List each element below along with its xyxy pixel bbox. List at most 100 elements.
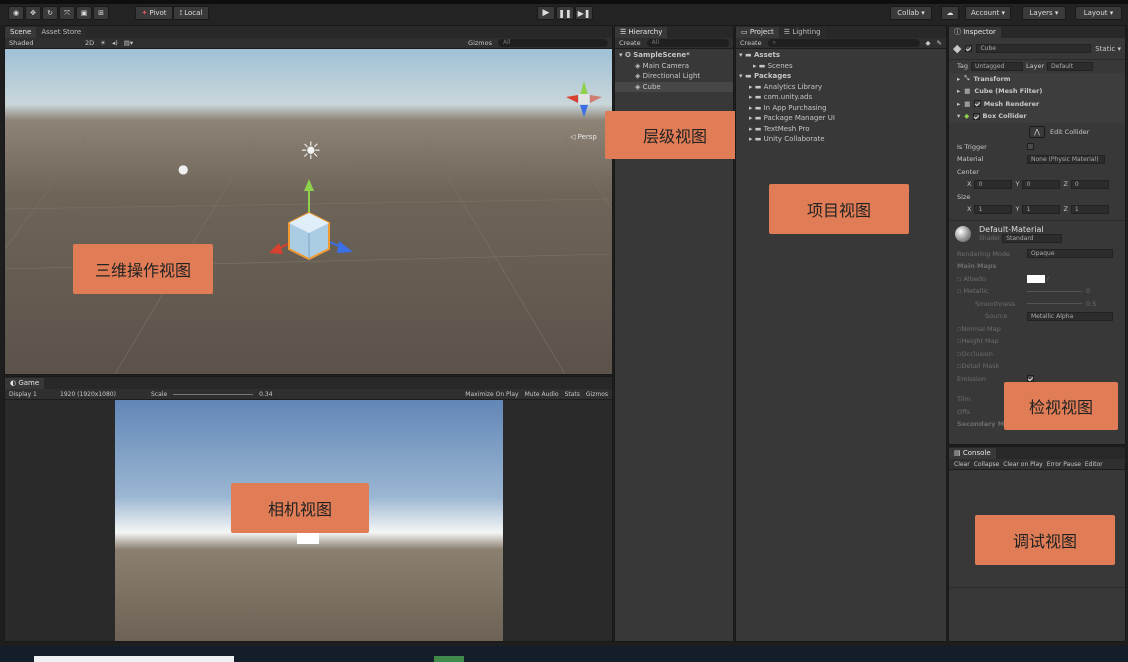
tag-dropdown[interactable]: Untagged bbox=[971, 61, 1024, 71]
hand-tool-icon[interactable]: ◉ bbox=[8, 6, 24, 20]
scene-viewport[interactable]: ☀ ● ◁ Persp 三维操作视图 bbox=[5, 49, 612, 374]
component-transform[interactable]: ▸ ⤡ Transform bbox=[949, 72, 1125, 85]
project-search-input[interactable]: ⌕ bbox=[767, 39, 920, 47]
package-item[interactable]: ▸ ▬ Package Manager UI bbox=[739, 113, 946, 124]
layout-button[interactable]: Layout ▾ bbox=[1075, 6, 1122, 20]
game-gizmos-dropdown[interactable]: Gizmos bbox=[586, 391, 608, 398]
center-x-field[interactable]: 0 bbox=[974, 179, 1013, 189]
tab-game[interactable]: ◐ Game bbox=[5, 378, 45, 389]
filter-label-icon[interactable]: ✎ bbox=[937, 39, 942, 47]
static-dropdown[interactable]: Static ▾ bbox=[1095, 45, 1121, 53]
is-trigger-checkbox[interactable] bbox=[1027, 143, 1034, 151]
layers-button[interactable]: Layers ▾ bbox=[1022, 6, 1066, 20]
directional-light-icon[interactable]: ☀ bbox=[300, 137, 322, 165]
source-dropdown[interactable]: Metallic Alpha bbox=[1027, 311, 1113, 321]
console-error-pause-button[interactable]: Error Pause bbox=[1047, 461, 1081, 468]
package-item[interactable]: ▸ ▬ Analytics Library bbox=[739, 82, 946, 93]
package-item[interactable]: ▸ ▬ In App Purchasing bbox=[739, 103, 946, 114]
center-z-field[interactable]: 0 bbox=[1070, 179, 1109, 189]
metallic-slider[interactable] bbox=[1027, 290, 1082, 292]
component-box-collider[interactable]: ▾ ◆ Box Collider bbox=[949, 110, 1125, 123]
project-folder-packages[interactable]: ▾ ▬ Packages bbox=[739, 71, 946, 82]
pivot-button[interactable]: ✦ Pivot bbox=[135, 6, 173, 20]
lighting-toggle-icon[interactable]: ☀ bbox=[100, 39, 106, 47]
component-mesh-filter[interactable]: ▸ ▦ Cube (Mesh Filter) bbox=[949, 85, 1125, 98]
center-y-field[interactable]: 0 bbox=[1022, 179, 1061, 189]
display-dropdown[interactable]: Display 1 bbox=[9, 391, 54, 398]
mesh-renderer-checkbox[interactable] bbox=[974, 100, 982, 108]
size-x-field[interactable]: 1 bbox=[974, 204, 1013, 214]
console-clear-button[interactable]: Clear bbox=[954, 461, 970, 468]
taskbar-app-button[interactable] bbox=[434, 656, 464, 662]
hierarchy-item-cube[interactable]: ◈ Cube bbox=[615, 81, 733, 92]
stats-toggle[interactable]: Stats bbox=[565, 391, 580, 398]
smoothness-value[interactable]: 0.5 bbox=[1086, 300, 1096, 308]
transform-tool-icon[interactable]: ⊞ bbox=[93, 6, 109, 20]
maximize-on-play-toggle[interactable]: Maximize On Play bbox=[465, 391, 518, 398]
audio-toggle-icon[interactable]: ◂) bbox=[112, 39, 118, 47]
color-picker-icon[interactable]: ⁄ bbox=[1045, 275, 1048, 283]
size-y-field[interactable]: 1 bbox=[1022, 204, 1061, 214]
step-button[interactable]: ▶❚ bbox=[575, 6, 593, 20]
hierarchy-search-input[interactable]: All bbox=[646, 39, 729, 47]
component-mesh-renderer[interactable]: ▸ ▦ Mesh Renderer bbox=[949, 97, 1125, 110]
tab-console[interactable]: ▤ Console bbox=[949, 448, 996, 459]
package-item[interactable]: ▸ ▬ com.unity.ads bbox=[739, 92, 946, 103]
project-create-button[interactable]: Create bbox=[740, 39, 762, 47]
smoothness-slider[interactable] bbox=[1027, 303, 1082, 305]
project-folder-scenes[interactable]: ▸ ▬ Scenes bbox=[739, 61, 946, 72]
account-button[interactable]: Account ▾ bbox=[965, 6, 1011, 20]
tab-project[interactable]: ▭ Project bbox=[736, 27, 779, 38]
tab-asset-store[interactable]: Asset Store bbox=[36, 27, 87, 38]
taskbar-search-box[interactable] bbox=[34, 656, 234, 662]
edit-collider-icon[interactable]: ⋀ bbox=[1029, 125, 1045, 138]
occlusion-row[interactable]: ▫ Occlusion bbox=[949, 348, 1125, 361]
play-button[interactable]: ▶ bbox=[537, 6, 555, 20]
height-map-row[interactable]: ▫ Height Map bbox=[949, 335, 1125, 348]
box-collider-checkbox[interactable] bbox=[973, 112, 981, 120]
mode-2d-toggle[interactable]: 2D bbox=[85, 39, 94, 47]
metallic-value[interactable]: 0 bbox=[1086, 287, 1090, 295]
shading-dropdown[interactable]: Shaded bbox=[9, 39, 79, 47]
tab-hierarchy[interactable]: ☰ Hierarchy bbox=[615, 27, 668, 38]
albedo-color-swatch[interactable] bbox=[1027, 274, 1045, 283]
layer-dropdown[interactable]: Default bbox=[1047, 61, 1094, 71]
scene-root-item[interactable]: ▾ ✪ SampleScene* bbox=[619, 50, 733, 61]
rendering-mode-dropdown[interactable]: Opaque bbox=[1027, 249, 1113, 259]
package-item[interactable]: ▸ ▬ Unity Collaborate bbox=[739, 134, 946, 145]
gizmos-dropdown[interactable]: Gizmos bbox=[468, 39, 492, 47]
orientation-gizmo[interactable] bbox=[562, 77, 606, 121]
effects-dropdown-icon[interactable]: ▤▾ bbox=[124, 39, 133, 47]
hierarchy-item-main-camera[interactable]: ◈ Main Camera bbox=[619, 61, 733, 72]
collab-button[interactable]: Collab ▾ bbox=[890, 6, 932, 20]
material-field[interactable]: None (Physic Material) bbox=[1027, 154, 1105, 164]
detail-mask-row[interactable]: ▫ Detail Mask bbox=[949, 360, 1125, 373]
normal-map-row[interactable]: ▫ Normal Map bbox=[949, 323, 1125, 336]
console-editor-dropdown[interactable]: Editor bbox=[1085, 461, 1103, 468]
scale-tool-icon[interactable]: ⤧ bbox=[59, 6, 75, 20]
cloud-icon[interactable]: ☁ bbox=[941, 6, 959, 20]
scene-search-input[interactable]: All bbox=[498, 39, 608, 47]
tab-inspector[interactable]: ⓘ Inspector bbox=[949, 27, 1001, 38]
rect-tool-icon[interactable]: ▣ bbox=[76, 6, 92, 20]
object-name-field[interactable]: Cube bbox=[976, 44, 1092, 53]
project-folder-assets[interactable]: ▾ ▬ Assets bbox=[739, 50, 946, 61]
size-z-field[interactable]: 1 bbox=[1070, 204, 1109, 214]
camera-gizmo-icon[interactable]: ● bbox=[178, 162, 188, 176]
pause-button[interactable]: ❚❚ bbox=[556, 6, 574, 20]
hierarchy-create-button[interactable]: Create bbox=[619, 39, 641, 47]
filter-type-icon[interactable]: ◆ bbox=[926, 39, 931, 47]
persp-label[interactable]: ◁ Persp bbox=[570, 133, 597, 141]
scale-slider[interactable] bbox=[173, 393, 254, 395]
rotate-tool-icon[interactable]: ↻ bbox=[42, 6, 58, 20]
active-checkbox[interactable] bbox=[965, 45, 973, 52]
mute-audio-toggle[interactable]: Mute Audio bbox=[525, 391, 559, 398]
resolution-dropdown[interactable]: 1920 (1920x1080) bbox=[60, 391, 145, 398]
local-button[interactable]: ⟟ Local bbox=[173, 6, 209, 20]
material-header[interactable]: Default-Material Shader Standard bbox=[949, 219, 1125, 248]
cube-with-move-gizmo[interactable] bbox=[263, 169, 363, 269]
tab-lighting[interactable]: ☰ Lighting bbox=[778, 27, 826, 38]
console-collapse-button[interactable]: Collapse bbox=[974, 461, 1000, 468]
tab-scene[interactable]: Scene bbox=[5, 27, 37, 38]
shader-dropdown[interactable]: Standard bbox=[1002, 234, 1063, 243]
